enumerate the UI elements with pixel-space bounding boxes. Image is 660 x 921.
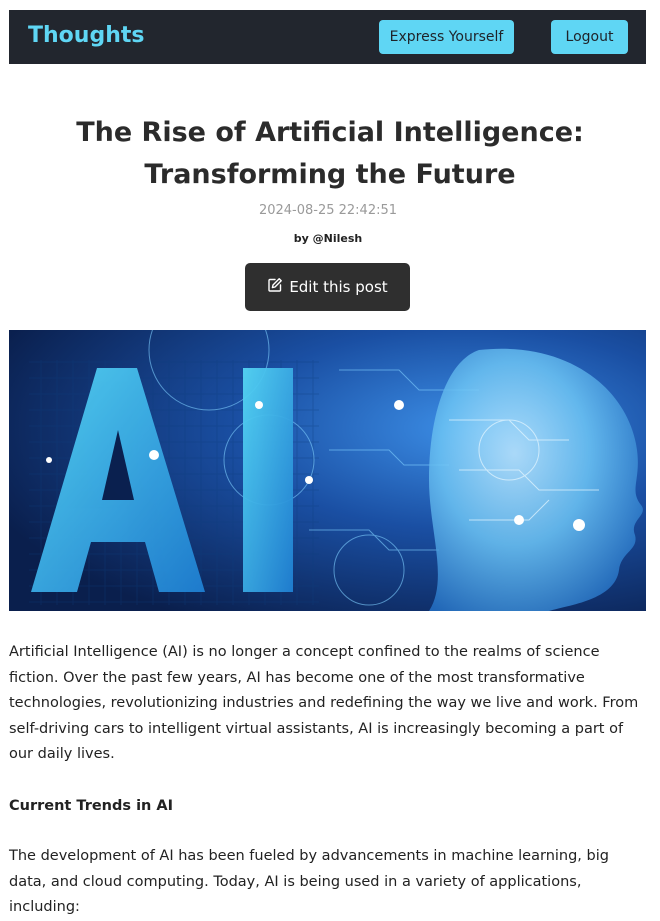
post-body: Artificial Intelligence (AI) is no longe… xyxy=(9,640,646,921)
edit-post-label: Edit this post xyxy=(289,278,388,296)
edit-post-button[interactable]: Edit this post xyxy=(245,263,410,311)
express-yourself-button[interactable]: Express Yourself xyxy=(379,20,514,54)
post-image xyxy=(9,330,646,611)
edit-icon xyxy=(267,277,283,297)
post-paragraph: Artificial Intelligence (AI) is no longe… xyxy=(9,644,639,762)
brand-logo[interactable]: Thoughts xyxy=(28,23,144,48)
section-heading: Current Trends in AI xyxy=(9,797,174,814)
logout-button[interactable]: Logout xyxy=(551,20,628,54)
navbar: Thoughts Express Yourself Logout xyxy=(9,10,646,64)
post-author: by @Nilesh xyxy=(293,232,363,245)
post-paragraph: The development of AI has been fueled by… xyxy=(9,848,609,915)
post-title: The Rise of Artificial Intelligence: Tra… xyxy=(76,117,584,190)
post-date: 2024-08-25 22:42:51 xyxy=(258,203,398,218)
